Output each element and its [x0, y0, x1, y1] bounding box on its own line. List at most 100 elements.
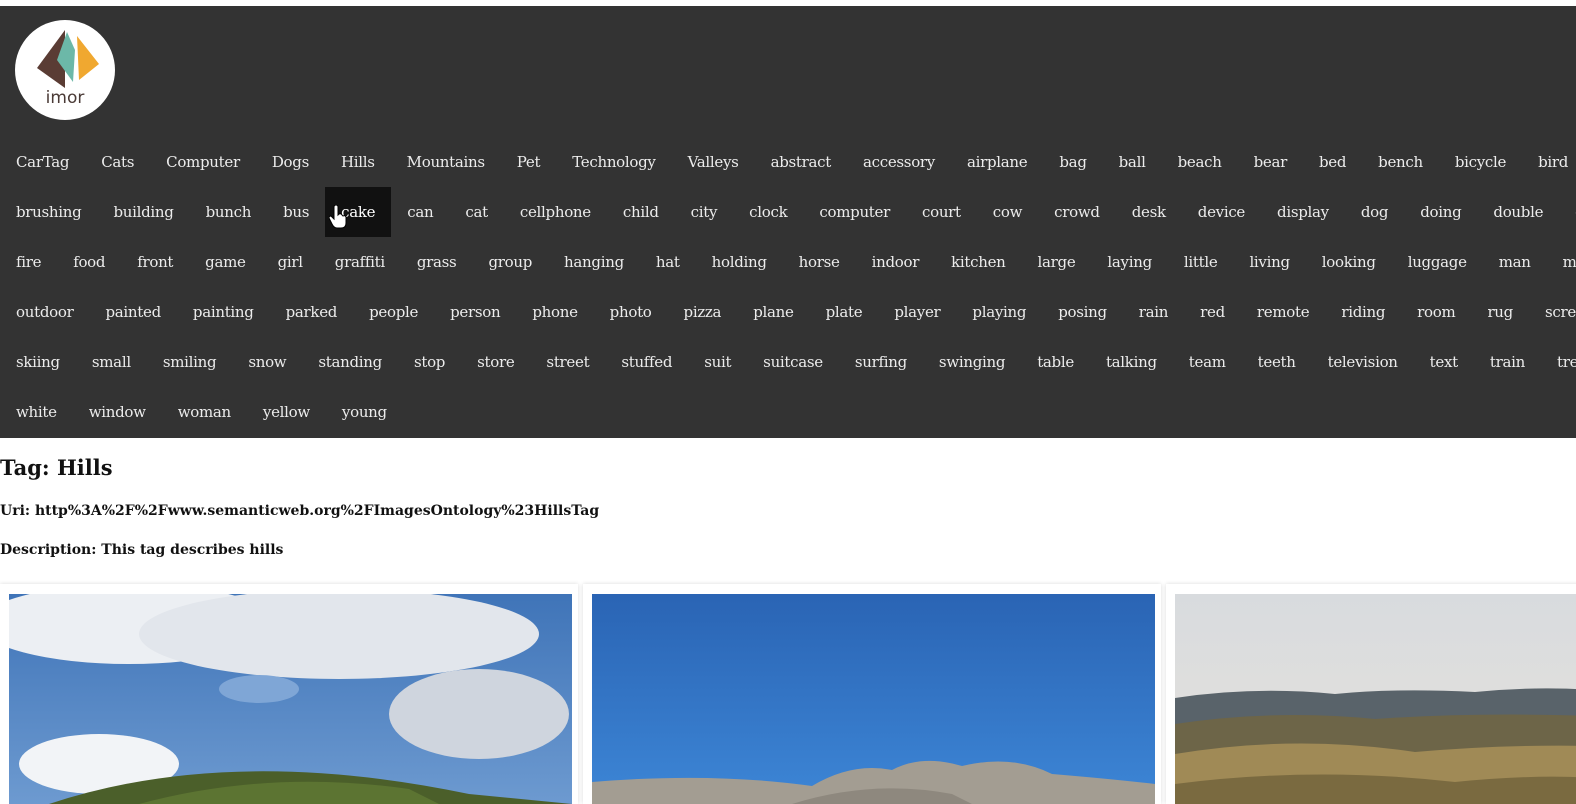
tag-link-food[interactable]: food	[57, 237, 121, 287]
tag-link-phone[interactable]: phone	[516, 287, 593, 337]
tag-link-room[interactable]: room	[1401, 287, 1471, 337]
tag-link-horse[interactable]: horse	[783, 237, 856, 287]
tag-link-standing[interactable]: standing	[302, 337, 398, 387]
tag-link-game[interactable]: game	[189, 237, 261, 287]
tag-link-building[interactable]: building	[97, 187, 189, 237]
tag-link-laying[interactable]: laying	[1091, 237, 1167, 287]
tag-link-store[interactable]: store	[461, 337, 530, 387]
tag-link-white[interactable]: white	[0, 387, 73, 437]
tag-link-playing[interactable]: playing	[956, 287, 1042, 337]
tag-link-ball[interactable]: ball	[1103, 137, 1162, 187]
tag-link-fire[interactable]: fire	[0, 237, 57, 287]
tag-link-looking[interactable]: looking	[1306, 237, 1392, 287]
tag-link-desk[interactable]: desk	[1116, 187, 1182, 237]
tag-link-clock[interactable]: clock	[733, 187, 803, 237]
tag-link-suitcase[interactable]: suitcase	[747, 337, 839, 387]
hill-photo-desert[interactable]	[592, 594, 1155, 804]
tag-link-cat[interactable]: cat	[449, 187, 503, 237]
tag-link-screen[interactable]: screen	[1529, 287, 1576, 337]
tag-link-stop[interactable]: stop	[398, 337, 461, 387]
tag-link-bed[interactable]: bed	[1303, 137, 1362, 187]
tag-link-mountains[interactable]: Mountains	[391, 137, 501, 187]
tag-link-computer[interactable]: computer	[803, 187, 906, 237]
tag-link-person[interactable]: person	[434, 287, 516, 337]
tag-link-crowd[interactable]: crowd	[1038, 187, 1116, 237]
tag-link-pizza[interactable]: pizza	[668, 287, 738, 337]
tag-link-man[interactable]: man	[1483, 237, 1547, 287]
tag-link-painting[interactable]: painting	[177, 287, 270, 337]
tag-link-snow[interactable]: snow	[232, 337, 302, 387]
tag-link-bird[interactable]: bird	[1522, 137, 1576, 187]
tag-link-pet[interactable]: Pet	[501, 137, 556, 187]
tag-link-plate[interactable]: plate	[810, 287, 879, 337]
tag-link-hat[interactable]: hat	[640, 237, 696, 287]
tag-link-city[interactable]: city	[675, 187, 734, 237]
tag-link-graffiti[interactable]: graffiti	[319, 237, 401, 287]
tag-link-living[interactable]: living	[1233, 237, 1305, 287]
tag-link-smiling[interactable]: smiling	[147, 337, 232, 387]
imor-logo[interactable]: imor	[15, 20, 115, 120]
tag-link-device[interactable]: device	[1182, 187, 1261, 237]
tag-link-stuffed[interactable]: stuffed	[605, 337, 688, 387]
tag-link-cow[interactable]: cow	[977, 187, 1038, 237]
tag-link-bus[interactable]: bus	[267, 187, 325, 237]
tag-link-drawing[interactable]: drawing	[1559, 187, 1576, 237]
tag-link-cartag[interactable]: CarTag	[0, 137, 85, 187]
tag-link-window[interactable]: window	[73, 387, 162, 437]
tag-link-hills[interactable]: Hills	[325, 137, 391, 187]
tag-link-mirror[interactable]: mirror	[1547, 237, 1576, 287]
tag-link-skiing[interactable]: skiing	[0, 337, 76, 387]
tag-link-doing[interactable]: doing	[1404, 187, 1477, 237]
tag-link-luggage[interactable]: luggage	[1392, 237, 1483, 287]
tag-link-abstract[interactable]: abstract	[755, 137, 847, 187]
tag-link-painted[interactable]: painted	[89, 287, 176, 337]
tag-link-bench[interactable]: bench	[1362, 137, 1439, 187]
tag-link-red[interactable]: red	[1184, 287, 1241, 337]
tag-link-text[interactable]: text	[1414, 337, 1474, 387]
tag-link-dogs[interactable]: Dogs	[256, 137, 325, 187]
tag-link-large[interactable]: large	[1022, 237, 1092, 287]
tag-link-display[interactable]: display	[1261, 187, 1345, 237]
tag-link-cellphone[interactable]: cellphone	[504, 187, 607, 237]
tag-link-suit[interactable]: suit	[688, 337, 747, 387]
tag-link-bunch[interactable]: bunch	[190, 187, 268, 237]
tag-link-girl[interactable]: girl	[262, 237, 319, 287]
tag-link-remote[interactable]: remote	[1241, 287, 1325, 337]
tag-link-dog[interactable]: dog	[1345, 187, 1404, 237]
tag-link-holding[interactable]: holding	[696, 237, 783, 287]
tag-link-double[interactable]: double	[1477, 187, 1559, 237]
image-card[interactable]	[1166, 584, 1576, 804]
hill-photo-clouds[interactable]	[9, 594, 572, 804]
tag-link-surfing[interactable]: surfing	[839, 337, 923, 387]
tag-link-yellow[interactable]: yellow	[247, 387, 326, 437]
tag-link-accessory[interactable]: accessory	[847, 137, 951, 187]
tag-link-grass[interactable]: grass	[401, 237, 473, 287]
tag-link-cats[interactable]: Cats	[85, 137, 150, 187]
tag-link-posing[interactable]: posing	[1042, 287, 1123, 337]
tag-link-woman[interactable]: woman	[162, 387, 247, 437]
tag-link-plane[interactable]: plane	[737, 287, 809, 337]
tag-link-valleys[interactable]: Valleys	[672, 137, 755, 187]
tag-link-bag[interactable]: bag	[1043, 137, 1102, 187]
tag-link-indoor[interactable]: indoor	[856, 237, 936, 287]
tag-link-child[interactable]: child	[607, 187, 675, 237]
tag-link-bicycle[interactable]: bicycle	[1439, 137, 1522, 187]
tag-link-team[interactable]: team	[1173, 337, 1242, 387]
tag-link-parked[interactable]: parked	[270, 287, 353, 337]
hill-photo-valley[interactable]	[1175, 594, 1576, 804]
tag-link-people[interactable]: people	[353, 287, 434, 337]
tag-link-bear[interactable]: bear	[1238, 137, 1303, 187]
tag-link-table[interactable]: table	[1021, 337, 1090, 387]
tag-link-kitchen[interactable]: kitchen	[935, 237, 1021, 287]
tag-link-brushing[interactable]: brushing	[0, 187, 97, 237]
tag-link-player[interactable]: player	[878, 287, 956, 337]
tag-link-photo[interactable]: photo	[594, 287, 668, 337]
tag-link-swinging[interactable]: swinging	[923, 337, 1021, 387]
tag-link-rug[interactable]: rug	[1471, 287, 1529, 337]
image-card[interactable]	[583, 584, 1161, 804]
tag-link-rain[interactable]: rain	[1123, 287, 1184, 337]
tag-link-small[interactable]: small	[76, 337, 147, 387]
tag-link-group[interactable]: group	[472, 237, 548, 287]
tag-link-outdoor[interactable]: outdoor	[0, 287, 89, 337]
tag-link-can[interactable]: can	[391, 187, 449, 237]
